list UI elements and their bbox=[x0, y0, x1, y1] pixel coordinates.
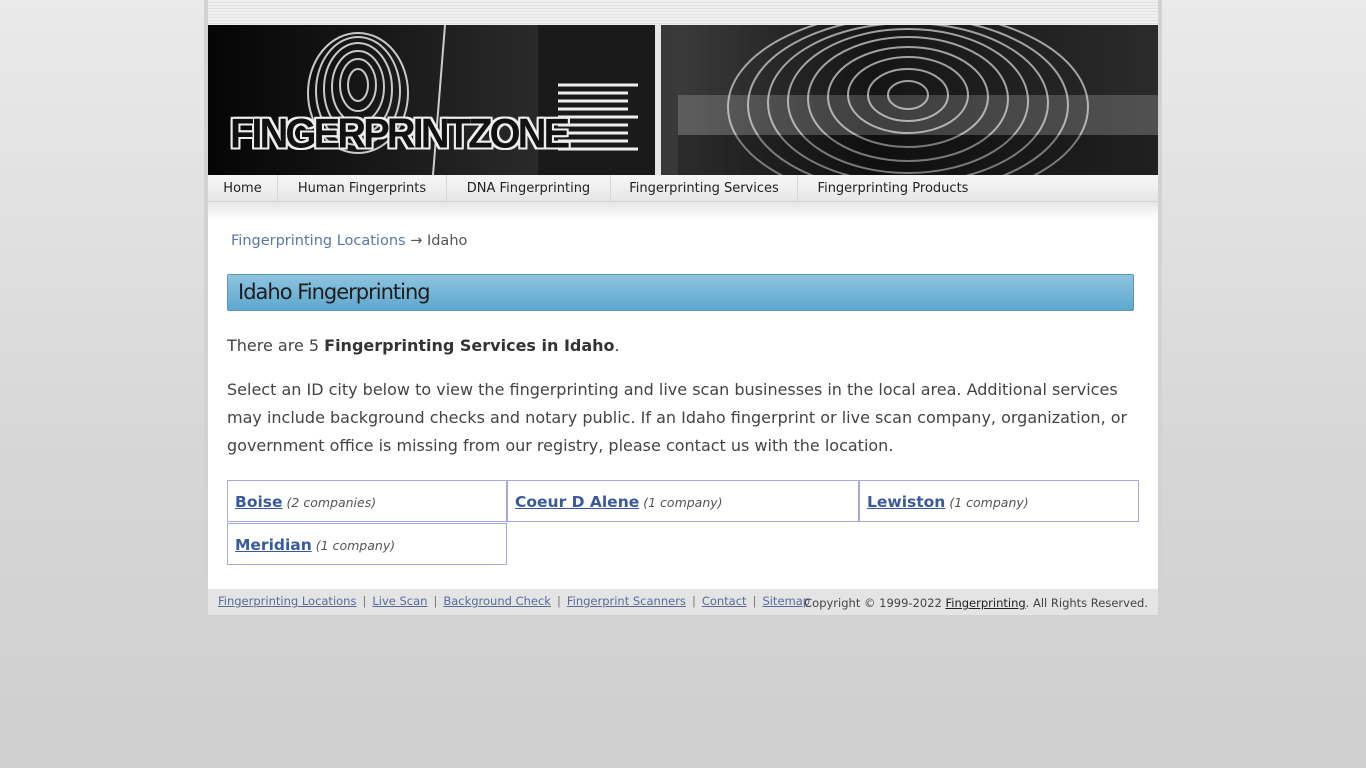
footer-separator: | bbox=[362, 594, 367, 608]
copyright-suffix: . All Rights Reserved. bbox=[1025, 596, 1148, 610]
breadcrumb-parent-link[interactable]: Fingerprinting Locations bbox=[231, 233, 406, 249]
footer-link-contact[interactable]: Contact bbox=[702, 594, 747, 608]
intro-text: There are 5 Fingerprinting Services in I… bbox=[227, 334, 1137, 358]
nav-dna-fingerprinting[interactable]: DNA Fingerprinting bbox=[447, 175, 611, 201]
main-nav: Home Human Fingerprints DNA Fingerprinti… bbox=[208, 175, 1158, 202]
page-title-bar: Idaho Fingerprinting bbox=[227, 274, 1134, 311]
city-link-boise[interactable]: Boise bbox=[235, 493, 283, 511]
footer-link-locations[interactable]: Fingerprinting Locations bbox=[218, 594, 356, 608]
city-cell-lewiston: Lewiston (1 company) bbox=[859, 480, 1139, 522]
breadcrumb-current: Idaho bbox=[426, 233, 468, 249]
nav-fingerprinting-products[interactable]: Fingerprinting Products bbox=[798, 175, 988, 201]
city-count: (1 company) bbox=[315, 538, 396, 553]
page-frame: FINGERPRINTZONE Home Human Fingerprints … bbox=[204, 0, 1162, 619]
footer-separator: | bbox=[433, 594, 438, 608]
description-text: Select an ID city below to view the fing… bbox=[227, 380, 1128, 455]
header-banner: FINGERPRINTZONE bbox=[208, 25, 1158, 175]
footer-link-background-check[interactable]: Background Check bbox=[443, 594, 551, 608]
nav-home[interactable]: Home bbox=[208, 175, 278, 201]
footer: Fingerprinting Locations | Live Scan | Backg… bbox=[208, 589, 1158, 615]
nav-shadow bbox=[208, 202, 1158, 220]
footer-separator: | bbox=[691, 594, 696, 608]
city-link-meridian[interactable]: Meridian bbox=[235, 536, 312, 554]
footer-link-live-scan[interactable]: Live Scan bbox=[372, 594, 427, 608]
city-cell-coeur-d-alene: Coeur D Alene (1 company) bbox=[507, 480, 859, 522]
city-cell-meridian: Meridian (1 company) bbox=[227, 523, 507, 565]
city-count: (1 company) bbox=[949, 495, 1029, 510]
footer-link-fingerprint-scanners[interactable]: Fingerprint Scanners bbox=[567, 594, 686, 608]
copyright-link[interactable]: Fingerprinting bbox=[945, 596, 1025, 610]
city-count: (1 company) bbox=[643, 495, 723, 510]
nav-fingerprinting-services[interactable]: Fingerprinting Services bbox=[611, 175, 798, 201]
footer-separator: | bbox=[752, 594, 757, 608]
footer-links: Fingerprinting Locations | Live Scan | Backg… bbox=[218, 594, 810, 608]
intro-suffix: . bbox=[614, 336, 620, 355]
top-strip bbox=[208, 0, 1158, 26]
site-logo[interactable]: FINGERPRINTZONE bbox=[228, 112, 570, 156]
breadcrumb: Fingerprinting Locations → Idaho bbox=[231, 233, 467, 249]
city-link-lewiston[interactable]: Lewiston bbox=[867, 493, 945, 511]
city-cell-boise: Boise (2 companies) bbox=[227, 480, 507, 522]
copyright: Copyright © 1999-2022 Fingerprinting. Al… bbox=[804, 596, 1148, 610]
page-container: FINGERPRINTZONE Home Human Fingerprints … bbox=[208, 0, 1158, 615]
footer-link-sitemap[interactable]: Sitemap bbox=[762, 594, 810, 608]
intro-bold: Fingerprinting Services in Idaho bbox=[324, 336, 615, 355]
city-count: (2 companies) bbox=[286, 495, 377, 510]
nav-human-fingerprints[interactable]: Human Fingerprints bbox=[278, 175, 447, 201]
footer-separator: | bbox=[556, 594, 561, 608]
intro-prefix: There are 5 bbox=[227, 336, 325, 355]
copyright-prefix: Copyright © 1999-2022 bbox=[804, 596, 946, 610]
page-title: Idaho Fingerprinting bbox=[238, 280, 431, 304]
city-link-coeur-d-alene[interactable]: Coeur D Alene bbox=[515, 493, 639, 511]
breadcrumb-arrow: → bbox=[410, 233, 423, 249]
